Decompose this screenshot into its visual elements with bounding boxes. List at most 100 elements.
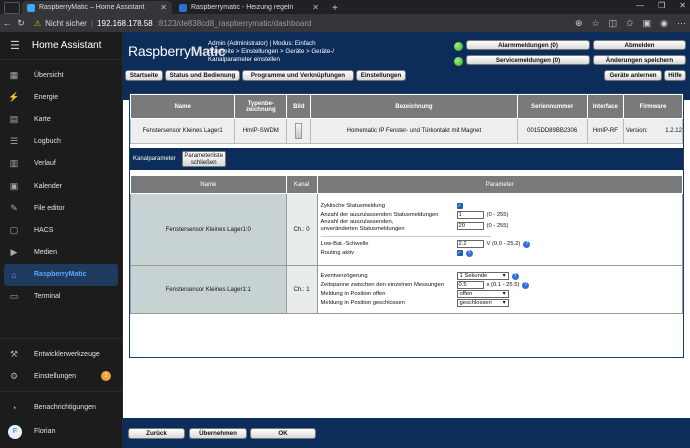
param-routing: Routing aktiv ✓ ?	[321, 249, 679, 258]
close-tab-icon[interactable]: ✕	[160, 3, 167, 12]
help-icon[interactable]: ?	[523, 240, 531, 248]
sidebar-item-kalender[interactable]: ▣ Kalender	[0, 175, 122, 197]
sidebar-item-file-editor[interactable]: ✎ File editor	[0, 197, 122, 219]
minimize-icon[interactable]: —	[636, 1, 644, 10]
routing-checkbox[interactable]: ✓	[456, 250, 463, 257]
device-serial: 0015DD89BB2306	[516, 118, 588, 144]
sidebar-item-karte[interactable]: ▤ Karte	[0, 108, 122, 130]
zoom-icon[interactable]: ⊕	[575, 18, 583, 29]
sidebar-divider	[0, 391, 122, 393]
sidebar-item-settings[interactable]: ⚙ Einstellungen 1	[0, 365, 122, 387]
sidebar-item-verlauf[interactable]: ▥ Verlauf	[0, 153, 122, 175]
refresh-icon[interactable]: ↻	[14, 18, 28, 29]
device-description: Homematic IP Fenster- und Türkontakt mit…	[310, 118, 518, 144]
back-button[interactable]: Zurück	[128, 428, 185, 439]
close-window-icon[interactable]: ✕	[679, 1, 686, 10]
col-header: Interface	[586, 94, 624, 119]
menu-startseite[interactable]: Startseite	[125, 70, 163, 81]
closed-select[interactable]: geschlossen ▾	[456, 298, 509, 307]
sidebar-item-developer-tools[interactable]: ⚒ Entwicklerwerkzeuge	[0, 343, 122, 365]
sidebar-item-label: Logbuch	[34, 138, 61, 146]
maximize-icon[interactable]: ❐	[658, 1, 665, 10]
param-label: Zeitspanne zwischen den einzelnen Messun…	[320, 282, 444, 289]
cyclic-checkbox[interactable]: ✓	[456, 202, 463, 209]
sidebar-item--bersicht[interactable]: ▦ Übersicht	[0, 64, 122, 86]
col-header: Kanal	[285, 175, 318, 194]
tab-title: Raspberrymatic - Heizung regeln	[191, 4, 294, 11]
profile-icon[interactable]: ◉	[660, 18, 668, 29]
col-header: Parameter	[316, 175, 684, 194]
col-header: Bezeichnung	[310, 94, 518, 119]
bookmark-star-icon[interactable]: ☆	[591, 18, 599, 29]
menu-status-bedienung[interactable]: Status und Bedienung	[165, 70, 240, 81]
sidebar-item-raspberrymatic[interactable]: ⌂ RaspberryMatic	[4, 263, 118, 286]
breadcrumb-cont: Kanalparameter einstellen	[208, 56, 280, 63]
sidebar-item-label: Terminal	[34, 293, 61, 301]
ok-button[interactable]: OK	[250, 428, 316, 439]
help-icon[interactable]: ?	[511, 272, 519, 280]
param-open: Meldung in Position offen offen ▾	[320, 289, 679, 299]
channel-params-bar: Kanalparameter Parameterliste schließen	[130, 148, 683, 170]
param-count: Anzahl der auszulassenden Statusmeldunge…	[321, 210, 679, 219]
alarm-messages-button[interactable]: Alarmmeldungen (0)	[466, 40, 590, 50]
menu-programme[interactable]: Programme und Verknüpfungen	[242, 70, 354, 81]
sidebar-item-logbuch[interactable]: ☰ Logbuch	[0, 131, 122, 153]
menu-einstellungen[interactable]: Einstellungen	[356, 70, 406, 81]
url-field[interactable]: ⚠ Nicht sicher | 192.168.178.58:8123/de8…	[34, 19, 311, 28]
param-range: (0 - 255)	[486, 211, 509, 218]
logout-button[interactable]: Abmelden	[593, 40, 686, 50]
new-tab-button[interactable]: +	[326, 3, 344, 14]
split-view-icon[interactable]: ◫	[609, 18, 618, 29]
help-icon[interactable]: ?	[465, 249, 473, 257]
bell-icon: ◔	[11, 402, 17, 413]
param-label: Meldung in Position offen	[320, 290, 386, 297]
button-label: schließen	[190, 159, 217, 166]
delay-select[interactable]: 1 Sekunde ▾	[456, 272, 509, 281]
tab-raspberrymatic-ha[interactable]: RaspberryMatic – Home Assistant ✕	[22, 1, 172, 14]
browser-toolbar-icons: ⊕ ☆ ◫ ✩ ▣ ◉ ⋯	[575, 18, 686, 29]
more-menu-icon[interactable]: ⋯	[677, 18, 686, 29]
param-closed: Meldung in Position geschlossen geschlos…	[321, 298, 679, 307]
back-arrow-icon[interactable]: ←	[0, 18, 14, 28]
sidebar-item-energie[interactable]: ⚡ Energie	[0, 86, 122, 108]
grid-icon: ▦	[9, 69, 19, 80]
apply-button[interactable]: Übernehmen	[189, 428, 247, 439]
sidebar-item-label: File editor	[34, 204, 65, 212]
collections-icon[interactable]: ▣	[643, 18, 652, 29]
wrench-icon: ✎	[10, 202, 18, 213]
param-label: Low-Bat.-Schwelle	[320, 241, 369, 248]
menu-geraete-anlernen[interactable]: Geräte anlernen	[604, 70, 662, 81]
sidebar-item-hacs[interactable]: ▢ HACS	[0, 219, 122, 241]
firmware-version: 1.2.12	[665, 128, 682, 134]
chart-icon: ▥	[9, 158, 19, 169]
open-select[interactable]: offen ▾	[456, 289, 509, 298]
channel-1-params: Eventverzögerung 1 Sekunde ▾ ? Zeitspanne…	[316, 265, 684, 314]
sidebar-item-notifications[interactable]: ◔ Benachrichtigungen	[0, 396, 122, 418]
close-tab-icon[interactable]: ✕	[312, 3, 319, 12]
sidebar-item-medien[interactable]: ▶ Medien	[0, 242, 122, 264]
hamburger-menu-icon[interactable]: ☰	[10, 39, 20, 52]
favorites-icon[interactable]: ✩	[626, 18, 634, 29]
lowbat-input[interactable]: 2.2	[456, 240, 484, 249]
count-input[interactable]: 1	[456, 210, 484, 219]
col-header: Name	[130, 175, 287, 194]
tab-raspberrymatic-heizung[interactable]: Raspberrymatic - Heizung regeln ✕	[174, 1, 324, 14]
chevron-down-icon: ▾	[502, 290, 506, 297]
notification-badge: 1	[101, 371, 111, 382]
service-messages-button[interactable]: Servicemeldungen (0)	[466, 55, 590, 65]
address-bar: ← ↻ ⚠ Nicht sicher | 192.168.178.58:8123…	[0, 14, 690, 32]
firmware-label: Version:	[625, 128, 648, 134]
sidebar-item-user[interactable]: F Florian	[0, 421, 122, 443]
help-icon[interactable]: ?	[522, 281, 530, 289]
sidebar-item-terminal[interactable]: ▭ Terminal	[0, 286, 122, 308]
menu-hilfe[interactable]: Hilfe	[664, 70, 686, 81]
param-label: Zyklische Statusmeldung	[320, 202, 385, 209]
map-icon: ▤	[9, 113, 19, 124]
param-span: Zeitspanne zwischen den einzelnen Messun…	[321, 281, 679, 290]
save-changes-button[interactable]: Änderungen speichern	[593, 55, 686, 65]
span-input[interactable]: 0.5	[456, 281, 484, 290]
window-menu-icon[interactable]	[4, 2, 20, 14]
close-parameter-list-button[interactable]: Parameterliste schließen	[181, 151, 226, 167]
unchanged-input[interactable]: 20	[456, 221, 484, 230]
window-sensor-image	[295, 123, 303, 139]
